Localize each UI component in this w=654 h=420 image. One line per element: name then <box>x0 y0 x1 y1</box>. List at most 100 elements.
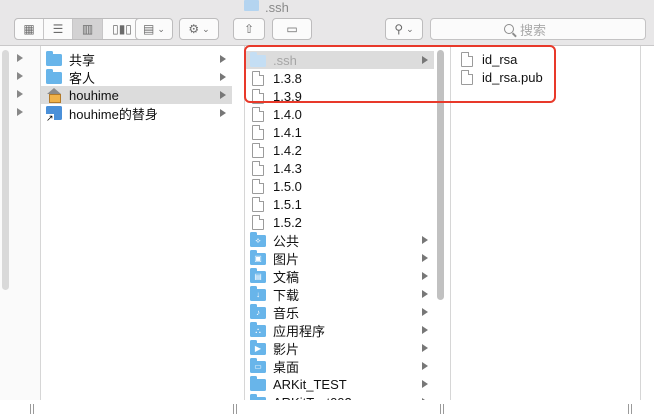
home-column-item[interactable]: 1.4.2 <box>245 141 434 159</box>
chevron-down-icon: ⌄ <box>202 23 210 34</box>
document-icon <box>252 88 264 104</box>
tag-button[interactable]: ▭ <box>272 18 312 40</box>
users-column-item[interactable]: 共享 <box>41 50 232 68</box>
share-button[interactable]: ⇧ <box>233 18 265 40</box>
chevron-down-icon: ⌄ <box>157 23 165 34</box>
disclosure-triangle-icon[interactable] <box>17 108 23 116</box>
column-resize-handle[interactable] <box>440 404 444 414</box>
home-column-item[interactable]: ▤ 文稿 <box>245 267 434 285</box>
home-column-item-label: 公共 <box>273 233 300 249</box>
document-icon <box>252 124 264 140</box>
disclosure-triangle-icon[interactable] <box>17 90 23 98</box>
chevron-right-icon <box>220 55 226 63</box>
list-view-icon: ☰ <box>52 22 64 36</box>
folder-icon <box>250 376 266 391</box>
users-column: 共享客人houhime houhime的替身 <box>41 46 244 420</box>
window-title: .ssh <box>244 0 289 15</box>
ssh-column-item-label: id_rsa.pub <box>482 69 543 85</box>
arrange-icon: ▤ <box>143 22 155 36</box>
home-column-item[interactable]: 1.5.1 <box>245 195 434 213</box>
home-column-item[interactable]: ▭ 桌面 <box>245 357 434 375</box>
search-field[interactable]: 搜索 <box>430 18 646 40</box>
chevron-right-icon <box>422 254 428 262</box>
home-column-scrollbar[interactable] <box>437 50 444 300</box>
folder-icon <box>250 52 266 67</box>
home-column-item-label: 应用程序 <box>273 323 326 339</box>
view-mode-switcher: ▦ ☰ ▥ ▯▮▯ <box>14 18 142 40</box>
home-column-item-label: 1.5.2 <box>273 214 302 230</box>
home-column-item[interactable]: 1.4.0 <box>245 105 434 123</box>
home-column-item[interactable]: ARKit_TEST <box>245 375 434 393</box>
users-column-item[interactable]: houhime的替身 <box>41 104 232 122</box>
ssh-column-item[interactable]: id_rsa.pub <box>451 68 640 86</box>
document-icon <box>461 69 473 85</box>
home-column-item[interactable]: ⟡ 公共 <box>245 231 434 249</box>
chevron-right-icon <box>422 272 428 280</box>
icon-view-icon: ▦ <box>23 22 35 36</box>
home-column-item[interactable]: ▣ 图片 <box>245 249 434 267</box>
document-icon <box>252 106 264 122</box>
home-column-item[interactable]: ▶ 影片 <box>245 339 434 357</box>
left-scrollbar[interactable] <box>2 50 9 290</box>
home-column-item[interactable]: 1.3.9 <box>245 87 434 105</box>
search-icon <box>504 24 514 34</box>
ssh-column: id_rsa id_rsa.pub <box>451 46 654 420</box>
folder-icon <box>244 0 259 11</box>
column-resize-handle[interactable] <box>628 404 632 414</box>
home-column: .ssh 1.3.8 1.3.9 1.4.0 1.4.1 1.4.2 1.4.3 1.5.0 1… <box>245 46 450 420</box>
home-column-item[interactable]: 1.4.1 <box>245 123 434 141</box>
arrange-button[interactable]: ▤ ⌄ <box>135 18 173 40</box>
users-column-item[interactable]: 客人 <box>41 68 232 86</box>
chevron-down-icon: ⌄ <box>406 23 414 34</box>
ssh-column-item[interactable]: id_rsa <box>451 50 640 68</box>
column-resize-handle[interactable] <box>233 404 237 414</box>
cover-flow-view-icon: ▯▮▯ <box>112 22 132 36</box>
column-view-button[interactable]: ▥ <box>73 19 103 39</box>
home-column-item[interactable]: ⛬ 应用程序 <box>245 321 434 339</box>
movies-folder-icon: ▶ <box>250 340 266 355</box>
home-column-item-label: 下载 <box>273 287 300 303</box>
users-column-item-label: houhime的替身 <box>69 106 158 122</box>
chevron-right-icon <box>422 362 428 370</box>
disclosure-triangle-icon[interactable] <box>17 72 23 80</box>
home-column-item-label: 文稿 <box>273 269 300 285</box>
list-view-button[interactable]: ☰ <box>44 19 73 39</box>
quicklook-button[interactable]: ⚲ ⌄ <box>385 18 423 40</box>
document-icon <box>252 214 264 230</box>
gear-icon: ⚙ <box>188 22 200 36</box>
home-column-item-label: 1.3.8 <box>273 70 302 86</box>
desktop-folder-icon: ▭ <box>250 358 266 373</box>
icon-view-button[interactable]: ▦ <box>15 19 44 39</box>
quicklook-icon: ⚲ <box>394 22 404 36</box>
action-button[interactable]: ⚙ ⌄ <box>179 18 219 40</box>
disclosure-triangle-icon[interactable] <box>17 54 23 62</box>
ssh-column-item-label: id_rsa <box>482 51 518 67</box>
home-column-item[interactable]: ♪ 音乐 <box>245 303 434 321</box>
home-column-item-label: 1.4.2 <box>273 142 302 158</box>
window-title-label: .ssh <box>265 0 289 15</box>
document-icon <box>252 160 264 176</box>
public-folder-icon: ⟡ <box>250 232 266 247</box>
home-column-item[interactable]: 1.5.2 <box>245 213 434 231</box>
document-icon <box>252 142 264 158</box>
document-icon <box>252 196 264 212</box>
downloads-folder-icon: ↓ <box>250 286 266 301</box>
home-column-item-label: 图片 <box>273 251 300 267</box>
column-view-icon: ▥ <box>81 22 94 36</box>
users-column-item[interactable]: houhime <box>41 86 232 104</box>
home-column-item-label: 影片 <box>273 341 300 357</box>
search-placeholder: 搜索 <box>520 22 547 38</box>
home-column-item-label: .ssh <box>273 52 297 68</box>
home-icon <box>46 88 62 103</box>
column-resize-handle[interactable] <box>30 404 34 414</box>
home-column-item-label: 1.4.3 <box>273 160 302 176</box>
home-column-item[interactable]: ↓ 下载 <box>245 285 434 303</box>
home-column-item-label: 1.3.9 <box>273 88 302 104</box>
home-column-item[interactable]: 1.3.8 <box>245 69 434 87</box>
applications-folder-icon: ⛬ <box>250 322 266 337</box>
home-column-item[interactable]: .ssh <box>245 51 434 69</box>
document-icon <box>252 178 264 194</box>
home-column-item[interactable]: 1.5.0 <box>245 177 434 195</box>
chevron-right-icon <box>220 109 226 117</box>
home-column-item[interactable]: 1.4.3 <box>245 159 434 177</box>
